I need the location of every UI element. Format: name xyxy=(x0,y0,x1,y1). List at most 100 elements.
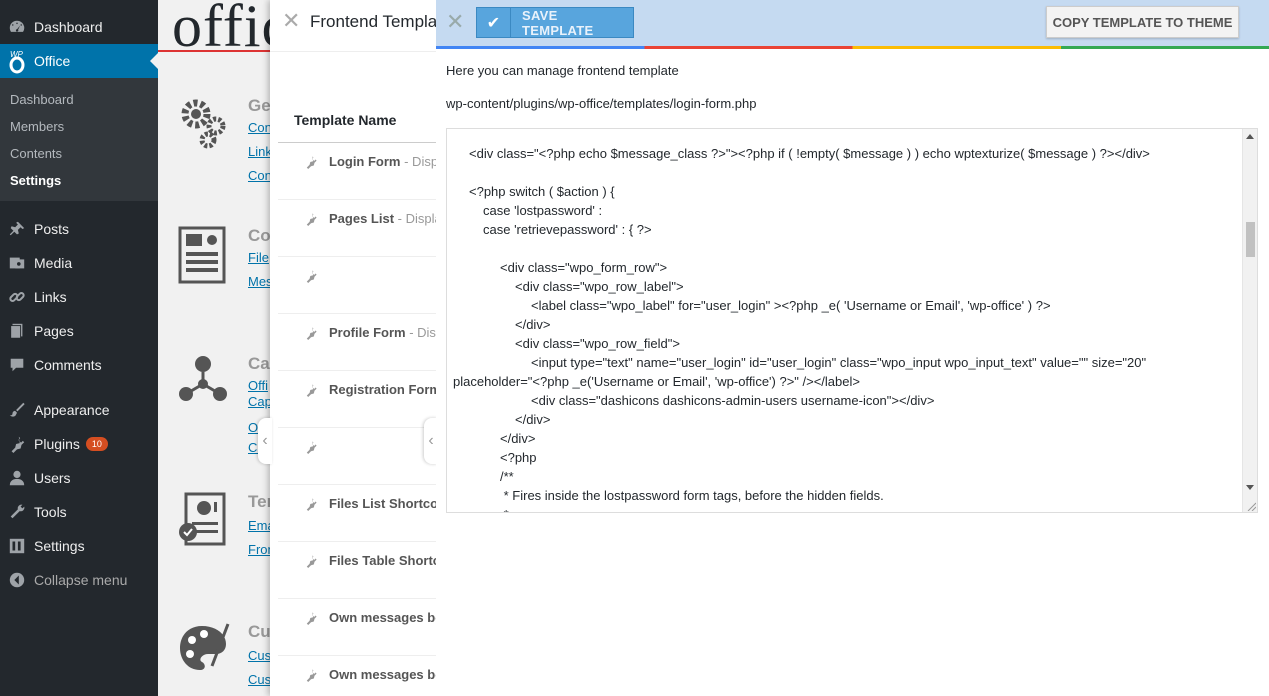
template-name[interactable]: Login Form - Display xyxy=(329,154,436,169)
section-link[interactable]: File xyxy=(248,250,269,265)
save-template-button[interactable]: ✔ SAVE TEMPLATE xyxy=(476,7,634,38)
menu-label: Office xyxy=(34,53,71,69)
editor-scrollbar[interactable] xyxy=(1242,129,1257,512)
code-line: placeholder="<?php _e('Username or Email… xyxy=(453,374,860,389)
template-name[interactable]: Files List Shortcode xyxy=(329,496,436,511)
table-row[interactable]: Own messages box xyxy=(278,656,436,696)
plugin-icon xyxy=(304,383,318,397)
menu-users[interactable]: Users xyxy=(0,461,158,495)
submenu-dashboard[interactable]: Dashboard xyxy=(10,92,74,107)
section-link[interactable]: Con xyxy=(248,120,270,135)
plugin-icon xyxy=(0,435,34,453)
code-line: * xyxy=(500,507,509,512)
template-name[interactable]: Files Table Shortcode xyxy=(329,553,436,568)
current-arrow xyxy=(150,53,158,69)
table-row[interactable]: Pages List - Display xyxy=(278,200,436,257)
admin-sidebar: Dashboard WP Office Dashboard Members Co… xyxy=(0,0,158,696)
section-link[interactable]: Link xyxy=(248,144,270,159)
section-link[interactable]: Cus xyxy=(248,672,270,687)
palette-icon xyxy=(180,623,230,670)
menu-office[interactable]: WP Office xyxy=(0,44,158,78)
scroll-thumb[interactable] xyxy=(1246,222,1255,257)
close-icon[interactable]: ✕ xyxy=(446,9,464,35)
column-header-template-name[interactable]: Template Name xyxy=(294,112,396,128)
resize-grip-icon[interactable] xyxy=(1246,501,1256,511)
menu-dashboard[interactable]: Dashboard xyxy=(0,10,158,44)
code-line: </div> xyxy=(500,431,536,446)
menu-posts[interactable]: Posts xyxy=(0,212,158,246)
plugin-icon xyxy=(304,155,318,169)
panel-header: ✕ Frontend Templates xyxy=(270,0,436,52)
chevron-left-icon: ‹ xyxy=(428,432,434,449)
code-line: /** xyxy=(500,469,514,484)
menu-appearance[interactable]: Appearance xyxy=(0,393,158,427)
code-line: case 'retrievepassword' : { ?> xyxy=(483,222,652,237)
collapse-menu-button[interactable]: Collapse menu xyxy=(0,563,158,597)
menu-settings[interactable]: Settings xyxy=(0,529,158,563)
save-button-label: SAVE TEMPLATE xyxy=(521,7,594,38)
template-name[interactable]: Own messages box xyxy=(329,667,436,682)
menu-label: Posts xyxy=(34,221,70,237)
plugin-icon xyxy=(304,269,318,283)
template-name[interactable]: Registration Form xyxy=(329,382,436,397)
section-link[interactable]: Mes xyxy=(248,274,270,289)
table-row[interactable]: Registration Form xyxy=(278,371,436,428)
code-line: <input type="text" name="user_login" id=… xyxy=(531,355,1147,370)
template-file-path: wp-content/plugins/wp-office/templates/l… xyxy=(446,96,757,111)
menu-label: Plugins xyxy=(34,436,80,452)
close-icon[interactable]: ✕ xyxy=(282,8,300,34)
collapse-arrow-icon xyxy=(0,571,34,589)
menu-comments[interactable]: Comments xyxy=(0,348,158,382)
table-row[interactable] xyxy=(278,257,436,314)
submenu-settings[interactable]: Settings xyxy=(10,173,61,188)
code-line: <div class="dashicons dashicons-admin-us… xyxy=(531,393,935,408)
gears-icon xyxy=(181,99,226,149)
table-row[interactable]: Files Table Shortcode xyxy=(278,542,436,599)
template-name[interactable]: Profile Form - Disp xyxy=(329,325,436,340)
code-line: <div class="wpo_row_label"> xyxy=(515,279,684,294)
template-name-text: Pages List xyxy=(329,211,395,226)
menu-plugins[interactable]: Plugins 10 xyxy=(0,427,158,461)
section-link[interactable]: Fron xyxy=(248,542,270,557)
code-line: <div class="<?php echo $message_class ?>… xyxy=(469,146,1150,161)
plugin-icon xyxy=(304,668,318,682)
template-code-editor[interactable]: <div class="<?php echo $message_class ?>… xyxy=(446,128,1258,513)
section-link[interactable]: Con xyxy=(248,168,270,183)
settings-icon xyxy=(0,537,34,555)
code-line: case 'lostpassword' : xyxy=(483,203,603,218)
code-line: </div> xyxy=(515,317,551,332)
menu-links[interactable]: Links xyxy=(0,280,158,314)
template-name-text: Own messages box xyxy=(329,667,436,682)
table-row[interactable]: Own messages box xyxy=(278,599,436,656)
scroll-up-arrow-icon[interactable] xyxy=(1246,134,1254,139)
collapse-panel-toggle[interactable]: ‹ xyxy=(258,418,272,464)
menu-pages[interactable]: Pages xyxy=(0,314,158,348)
plugin-icon xyxy=(304,497,318,511)
section-title: Cap xyxy=(248,354,270,373)
table-row[interactable] xyxy=(278,428,436,485)
section-link[interactable]: Cap xyxy=(248,394,270,409)
code-line: <div class="wpo_row_field"> xyxy=(515,336,680,351)
table-row[interactable]: Login Form - Display xyxy=(278,143,436,200)
table-row[interactable]: Files List Shortcode xyxy=(278,485,436,542)
users-icon xyxy=(0,469,34,487)
copy-template-to-theme-button[interactable]: COPY TEMPLATE TO THEME xyxy=(1046,6,1239,38)
dashboard-icon xyxy=(0,18,34,36)
section-link[interactable]: Offi xyxy=(248,378,268,393)
wrench-icon xyxy=(0,503,34,521)
section-link[interactable]: Ema xyxy=(248,518,270,533)
template-name[interactable]: Own messages box xyxy=(329,610,436,625)
scroll-down-arrow-icon[interactable] xyxy=(1246,485,1254,490)
menu-tools[interactable]: Tools xyxy=(0,495,158,529)
menu-media[interactable]: Media xyxy=(0,246,158,280)
section-link[interactable]: Cus xyxy=(248,648,270,663)
submenu-contents[interactable]: Contents xyxy=(10,146,62,161)
template-name-text: Profile Form xyxy=(329,325,406,340)
template-name[interactable]: Pages List - Display xyxy=(329,211,436,226)
code-content[interactable]: <div class="<?php echo $message_class ?>… xyxy=(447,129,1242,512)
submenu-members[interactable]: Members xyxy=(10,119,64,134)
table-row[interactable]: Profile Form - Disp xyxy=(278,314,436,371)
link-icon xyxy=(0,288,34,306)
menu-label: Media xyxy=(34,255,73,271)
plugin-icon xyxy=(304,440,318,454)
